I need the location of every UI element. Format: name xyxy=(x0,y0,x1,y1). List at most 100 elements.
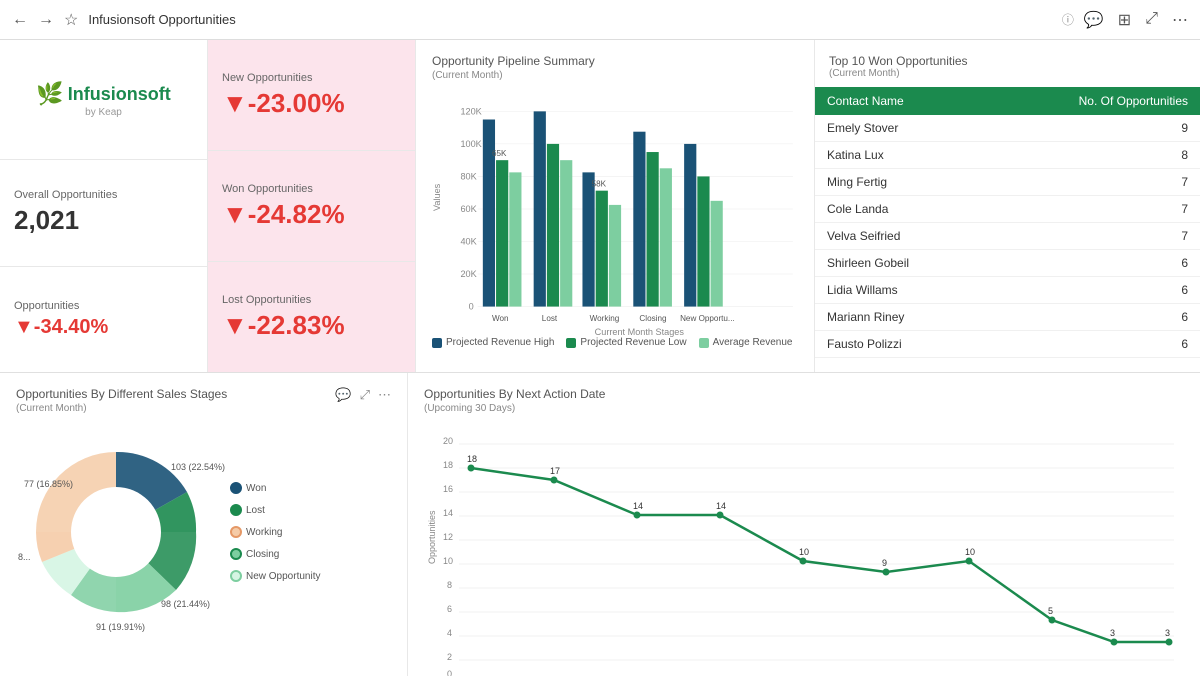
svg-text:3: 3 xyxy=(1110,628,1115,638)
opp-count: 6 xyxy=(986,277,1200,304)
opp-count: 7 xyxy=(986,223,1200,250)
donut-expand-icon[interactable]: ⤢ xyxy=(360,387,370,403)
table-row: Shirleen Gobeil6 xyxy=(815,250,1200,277)
legend-closing: Closing xyxy=(230,548,320,560)
new-opp-value: ▼-23.00% xyxy=(222,88,401,119)
chat-icon[interactable]: 💬 xyxy=(1084,10,1104,30)
logo-icon: 🌿 xyxy=(36,81,63,107)
col1-header: Contact Name xyxy=(815,87,986,115)
opp-count: 6 xyxy=(986,331,1200,358)
pipeline-legend: Projected Revenue High Projected Revenue… xyxy=(432,337,798,348)
top10-panel: Top 10 Won Opportunities (Current Month)… xyxy=(815,40,1200,372)
legend-avg: Average Revenue xyxy=(699,337,793,348)
fullscreen-icon[interactable]: ⤢ xyxy=(1145,10,1158,30)
legend-lost-label: Lost xyxy=(246,505,265,516)
svg-text:58K: 58K xyxy=(592,180,607,189)
top-bar: ← → ☆ Infusionsoft Opportunities ⓘ 💬 ⊞ ⤢… xyxy=(0,0,1200,40)
bottom-section: Opportunities By Different Sales Stages … xyxy=(0,373,1200,676)
svg-text:Lost: Lost xyxy=(542,314,558,323)
legend-working: Working xyxy=(230,526,320,538)
legend-lost: Lost xyxy=(230,504,320,516)
contact-name: Lidia Willams xyxy=(815,277,986,304)
legend-low: Projected Revenue Low xyxy=(566,337,686,348)
legend-avg-label: Average Revenue xyxy=(713,337,793,348)
overall-opp-label: Overall Opportunities xyxy=(14,189,193,201)
table-row: Fausto Polizzi6 xyxy=(815,331,1200,358)
table-row: Velva Seifried7 xyxy=(815,223,1200,250)
contact-name: Cole Landa xyxy=(815,196,986,223)
star-button[interactable]: ☆ xyxy=(64,10,78,30)
contact-name: Katina Lux xyxy=(815,142,986,169)
legend-closing-icon xyxy=(230,548,242,560)
legend-closing-label: Closing xyxy=(246,549,279,560)
donut-header: Opportunities By Different Sales Stages … xyxy=(16,387,391,424)
table-row: Lidia Willams6 xyxy=(815,277,1200,304)
new-opp-label: New Opportunities xyxy=(222,72,401,84)
new-opp-card: New Opportunities ▼-23.00% xyxy=(208,40,415,151)
svg-text:6: 6 xyxy=(447,604,452,614)
svg-text:65K: 65K xyxy=(492,149,507,158)
lost-opp-label: Lost Opportunities xyxy=(222,294,401,306)
pipeline-chart: 120K 100K 80K 60K 40K 20K 0 Values xyxy=(432,91,798,331)
forward-button[interactable]: → xyxy=(38,11,54,29)
svg-text:14: 14 xyxy=(633,501,643,511)
svg-text:20K: 20K xyxy=(460,269,476,279)
legend-high-dot xyxy=(432,338,442,348)
svg-text:5: 5 xyxy=(1048,606,1053,616)
legend-high-label: Projected Revenue High xyxy=(446,337,554,348)
svg-text:Closing: Closing xyxy=(639,314,666,323)
opp-count: 9 xyxy=(986,115,1200,142)
svg-text:0: 0 xyxy=(447,669,452,676)
donut-subtitle: (Current Month) xyxy=(16,403,227,414)
svg-text:12: 12 xyxy=(443,532,453,542)
donut-legend: Won Lost Working Closing xyxy=(230,482,320,582)
svg-text:18: 18 xyxy=(467,454,477,464)
won-opp-value: ▼-24.82% xyxy=(222,199,401,230)
svg-text:New Opportu...: New Opportu... xyxy=(680,314,735,323)
svg-text:10: 10 xyxy=(443,556,453,566)
donut-panel: Opportunities By Different Sales Stages … xyxy=(0,373,408,676)
contact-name: Emely Stover xyxy=(815,115,986,142)
opp-count: 7 xyxy=(986,196,1200,223)
svg-text:103 (22.54%): 103 (22.54%) xyxy=(171,462,225,472)
legend-low-label: Projected Revenue Low xyxy=(580,337,686,348)
table-row: Mariann Riney6 xyxy=(815,304,1200,331)
svg-text:14: 14 xyxy=(716,501,726,511)
overall-opp-card: Overall Opportunities 2,021 xyxy=(0,160,207,267)
legend-low-dot xyxy=(566,338,576,348)
svg-text:Opportunities: Opportunities xyxy=(427,510,437,564)
svg-text:16: 16 xyxy=(443,484,453,494)
opp-change-value: ▼-34.40% xyxy=(14,316,193,339)
svg-text:77 (16.85%): 77 (16.85%) xyxy=(24,479,73,489)
line-chart: 20 18 16 14 12 10 8 6 4 2 0 Opportunitie… xyxy=(424,424,1184,676)
contact-name: Fausto Polizzi xyxy=(815,331,986,358)
svg-text:98 (21.44%): 98 (21.44%) xyxy=(161,599,210,609)
kpi-right-panel: New Opportunities ▼-23.00% Won Opportuni… xyxy=(208,40,416,372)
kpi-left-panel: 🌿 Infusionsoft by Keap Overall Opportuni… xyxy=(0,40,208,372)
table-row: Emely Stover9 xyxy=(815,115,1200,142)
contact-name: Shirleen Gobeil xyxy=(815,250,986,277)
donut-title: Opportunities By Different Sales Stages xyxy=(16,387,227,401)
svg-text:18: 18 xyxy=(443,460,453,470)
svg-text:14: 14 xyxy=(443,508,453,518)
page-title: Infusionsoft Opportunities xyxy=(88,12,1052,27)
info-icon[interactable]: ⓘ xyxy=(1062,11,1074,28)
legend-high: Projected Revenue High xyxy=(432,337,554,348)
pipeline-title: Opportunity Pipeline Summary xyxy=(432,54,798,68)
view-icon[interactable]: ⊞ xyxy=(1118,10,1131,30)
main-content: 🌿 Infusionsoft by Keap Overall Opportuni… xyxy=(0,40,1200,676)
legend-new-opp-icon xyxy=(230,570,242,582)
svg-text:Current Month Stages: Current Month Stages xyxy=(595,327,685,337)
svg-text:20: 20 xyxy=(443,436,453,446)
line-title: Opportunities By Next Action Date xyxy=(424,387,1184,401)
svg-text:Working: Working xyxy=(590,314,620,323)
more-icon[interactable]: ⋯ xyxy=(1172,10,1188,30)
donut-chat-icon[interactable]: 💬 xyxy=(335,387,351,403)
top-section: 🌿 Infusionsoft by Keap Overall Opportuni… xyxy=(0,40,1200,373)
donut-chart: 103 (22.54%) 77 (16.85%) 8... 91 (19.91%… xyxy=(16,432,216,632)
donut-more-icon[interactable]: ⋯ xyxy=(378,387,391,403)
svg-text:Values: Values xyxy=(432,183,442,211)
line-subtitle: (Upcoming 30 Days) xyxy=(424,403,1184,414)
back-button[interactable]: ← xyxy=(12,11,28,29)
svg-text:17: 17 xyxy=(550,466,560,476)
